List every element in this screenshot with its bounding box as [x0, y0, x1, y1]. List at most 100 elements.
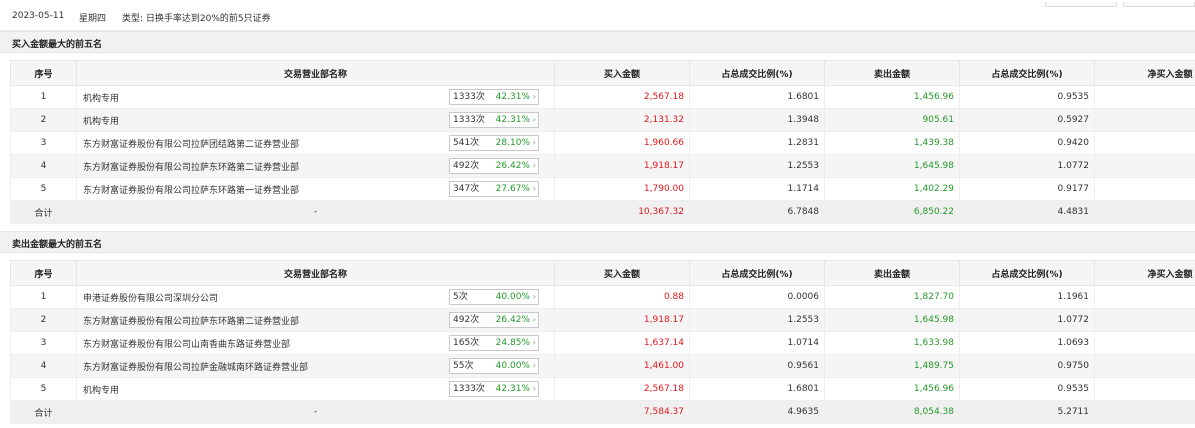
- col-header-sell[interactable]: 卖出金额: [824, 60, 960, 86]
- total-row: 合计-10,367.326.78486,850.224.48313,517.11: [10, 200, 1195, 224]
- total-net-buy-amount: -470.01: [1094, 400, 1195, 424]
- row-number: 3: [10, 331, 77, 355]
- buy-amount: 1,960.66: [554, 131, 690, 155]
- chevron-right-icon: ›: [532, 115, 536, 124]
- top-bar: 2023-05-11 星期四 类型: 日换手率达到20%的前5只证券: [0, 0, 1195, 31]
- col-header-branch[interactable]: 交易营业部名称: [76, 60, 555, 86]
- col-header-buy-ratio[interactable]: 占总成交比例(%): [689, 60, 825, 86]
- listing-stats-badge[interactable]: 492次 26.42% ›: [449, 158, 539, 174]
- listing-stats-badge[interactable]: 1333次 42.31% ›: [449, 112, 539, 128]
- branch-name[interactable]: 机构专用: [83, 94, 119, 104]
- listing-stats-badge[interactable]: 1333次 42.31% ›: [449, 89, 539, 105]
- listing-stats-badge[interactable]: 55次 40.00% ›: [449, 358, 539, 374]
- branch-name-cell: 东方财富证券股份有限公司拉萨团结路第二证券营业部 541次 28.10% ›: [76, 131, 555, 155]
- win-rate: 27.67%: [495, 184, 530, 194]
- table-row[interactable]: 1 申港证券股份有限公司深圳分公司 5次 40.00% › 0.88 0.0006 1,827…: [10, 285, 1195, 309]
- col-header-sell[interactable]: 卖出金额: [824, 260, 960, 286]
- total-buy-amount: 10,367.32: [554, 200, 690, 224]
- buy-amount: 1,790.00: [554, 177, 690, 201]
- win-rate: 28.10%: [495, 138, 530, 148]
- branch-name[interactable]: 机构专用: [83, 117, 119, 127]
- branch-name-cell: 东方财富证券股份有限公司拉萨金融城南环路证券营业部 55次 40.00% ›: [76, 354, 555, 378]
- win-rate: 26.42%: [495, 161, 530, 171]
- buy-ratio: 1.0714: [689, 331, 825, 355]
- branch-name[interactable]: 东方财富证券股份有限公司拉萨团结路第二证券营业部: [83, 140, 299, 150]
- buy-top5-table: 序号 交易营业部名称 买入金额 占总成交比例(%) 卖出金额 占总成交比例(%) 净买入金额…: [10, 60, 1195, 224]
- net-buy-amount: 1,110.22: [1094, 85, 1195, 109]
- col-header-sell-ratio[interactable]: 占总成交比例(%): [959, 260, 1095, 286]
- col-header-buy[interactable]: 买入金额: [554, 260, 690, 286]
- table-row[interactable]: 4 东方财富证券股份有限公司拉萨金融城南环路证券营业部 55次 40.00% › 1,46…: [10, 354, 1195, 378]
- col-header-no[interactable]: 序号: [10, 260, 77, 286]
- buy-ratio: 1.3948: [689, 108, 825, 132]
- top-tab-2[interactable]: [1123, 2, 1195, 7]
- table-row[interactable]: 3 东方财富证券股份有限公司拉萨团结路第二证券营业部 541次 28.10% › 1,96…: [10, 131, 1195, 155]
- top-tab-1[interactable]: [1045, 2, 1117, 7]
- sell-amount: 1,439.38: [824, 131, 960, 155]
- branch-name[interactable]: 东方财富证券股份有限公司拉萨东环路第二证券营业部: [83, 163, 299, 173]
- listing-stats-badge[interactable]: 541次 28.10% ›: [449, 135, 539, 151]
- buy-amount: 2,567.18: [554, 85, 690, 109]
- buy-section-title: 买入金额最大的前五名: [0, 31, 1195, 53]
- listing-count: 5次: [453, 292, 468, 302]
- branch-name[interactable]: 申港证券股份有限公司深圳分公司: [83, 294, 218, 304]
- table-row[interactable]: 2 机构专用 1333次 42.31% › 2,131.32 1.3948 905.61 0.5…: [10, 108, 1195, 132]
- listing-stats-badge[interactable]: 165次 24.85% ›: [449, 335, 539, 351]
- col-header-branch[interactable]: 交易营业部名称: [76, 260, 555, 286]
- branch-name-cell: 申港证券股份有限公司深圳分公司 5次 40.00% ›: [76, 285, 555, 309]
- listing-stats-badge[interactable]: 5次 40.00% ›: [449, 289, 539, 305]
- table-row[interactable]: 3 东方财富证券股份有限公司山南香曲东路证券营业部 165次 24.85% › 1,637…: [10, 331, 1195, 355]
- listing-count: 1333次: [453, 115, 485, 125]
- table-row[interactable]: 1 机构专用 1333次 42.31% › 2,567.18 1.6801 1,456.96 0…: [10, 85, 1195, 109]
- win-rate: 40.00%: [495, 361, 530, 371]
- total-branch-placeholder: -: [76, 200, 555, 224]
- col-header-buy[interactable]: 买入金额: [554, 60, 690, 86]
- total-sell-ratio: 5.2711: [959, 400, 1095, 424]
- table-row[interactable]: 5 机构专用 1333次 42.31% › 2,567.18 1.6801 1,456.96 0…: [10, 377, 1195, 401]
- net-buy-amount: 521.28: [1094, 131, 1195, 155]
- row-number: 3: [10, 131, 77, 155]
- sell-amount: 1,456.96: [824, 85, 960, 109]
- win-rate: 42.31%: [495, 115, 530, 125]
- branch-name[interactable]: 东方财富证券股份有限公司拉萨金融城南环路证券营业部: [83, 363, 308, 373]
- listing-count: 492次: [453, 161, 480, 171]
- table-row[interactable]: 4 东方财富证券股份有限公司拉萨东环路第二证券营业部 492次 26.42% › 1,91…: [10, 154, 1195, 178]
- total-label: 合计: [10, 400, 77, 424]
- col-header-no[interactable]: 序号: [10, 60, 77, 86]
- col-header-net[interactable]: 净买入金额: [1094, 60, 1195, 86]
- total-branch-placeholder: -: [76, 400, 555, 424]
- sell-ratio: 0.5927: [959, 108, 1095, 132]
- branch-name[interactable]: 机构专用: [83, 386, 119, 396]
- branch-name[interactable]: 东方财富证券股份有限公司拉萨东环路第一证券营业部: [83, 186, 299, 196]
- listing-stats-badge[interactable]: 1333次 42.31% ›: [449, 381, 539, 397]
- chevron-right-icon: ›: [532, 92, 536, 101]
- win-rate: 42.31%: [495, 384, 530, 394]
- branch-name[interactable]: 东方财富证券股份有限公司拉萨东环路第二证券营业部: [83, 317, 299, 327]
- row-number: 1: [10, 85, 77, 109]
- row-number: 5: [10, 177, 77, 201]
- col-header-sell-ratio[interactable]: 占总成交比例(%): [959, 60, 1095, 86]
- branch-name-cell: 东方财富证券股份有限公司拉萨东环路第二证券营业部 492次 26.42% ›: [76, 308, 555, 332]
- buy-ratio: 1.1714: [689, 177, 825, 201]
- branch-name-cell: 机构专用 1333次 42.31% ›: [76, 377, 555, 401]
- col-header-buy-ratio[interactable]: 占总成交比例(%): [689, 260, 825, 286]
- branch-name[interactable]: 东方财富证券股份有限公司山南香曲东路证券营业部: [83, 340, 290, 350]
- listing-count: 492次: [453, 315, 480, 325]
- chevron-right-icon: ›: [532, 315, 536, 324]
- buy-ratio: 1.2831: [689, 131, 825, 155]
- row-number: 2: [10, 108, 77, 132]
- sell-top5-table: 序号 交易营业部名称 买入金额 占总成交比例(%) 卖出金额 占总成交比例(%) 净买入金额…: [10, 260, 1195, 424]
- table-row[interactable]: 5 东方财富证券股份有限公司拉萨东环路第一证券营业部 347次 27.67% › 1,79…: [10, 177, 1195, 201]
- col-header-net[interactable]: 净买入金额: [1094, 260, 1195, 286]
- buy-ratio: 0.9561: [689, 354, 825, 378]
- buy-ratio: 1.2553: [689, 308, 825, 332]
- total-label: 合计: [10, 200, 77, 224]
- table-row[interactable]: 2 东方财富证券股份有限公司拉萨东环路第二证券营业部 492次 26.42% › 1,91…: [10, 308, 1195, 332]
- listing-count: 55次: [453, 361, 474, 371]
- branch-name-cell: 机构专用 1333次 42.31% ›: [76, 85, 555, 109]
- listing-stats-badge[interactable]: 347次 27.67% ›: [449, 181, 539, 197]
- branch-name-cell: 机构专用 1333次 42.31% ›: [76, 108, 555, 132]
- net-buy-amount: -1,826.82: [1094, 285, 1195, 309]
- listing-stats-badge[interactable]: 492次 26.42% ›: [449, 312, 539, 328]
- sell-amount: 1,402.29: [824, 177, 960, 201]
